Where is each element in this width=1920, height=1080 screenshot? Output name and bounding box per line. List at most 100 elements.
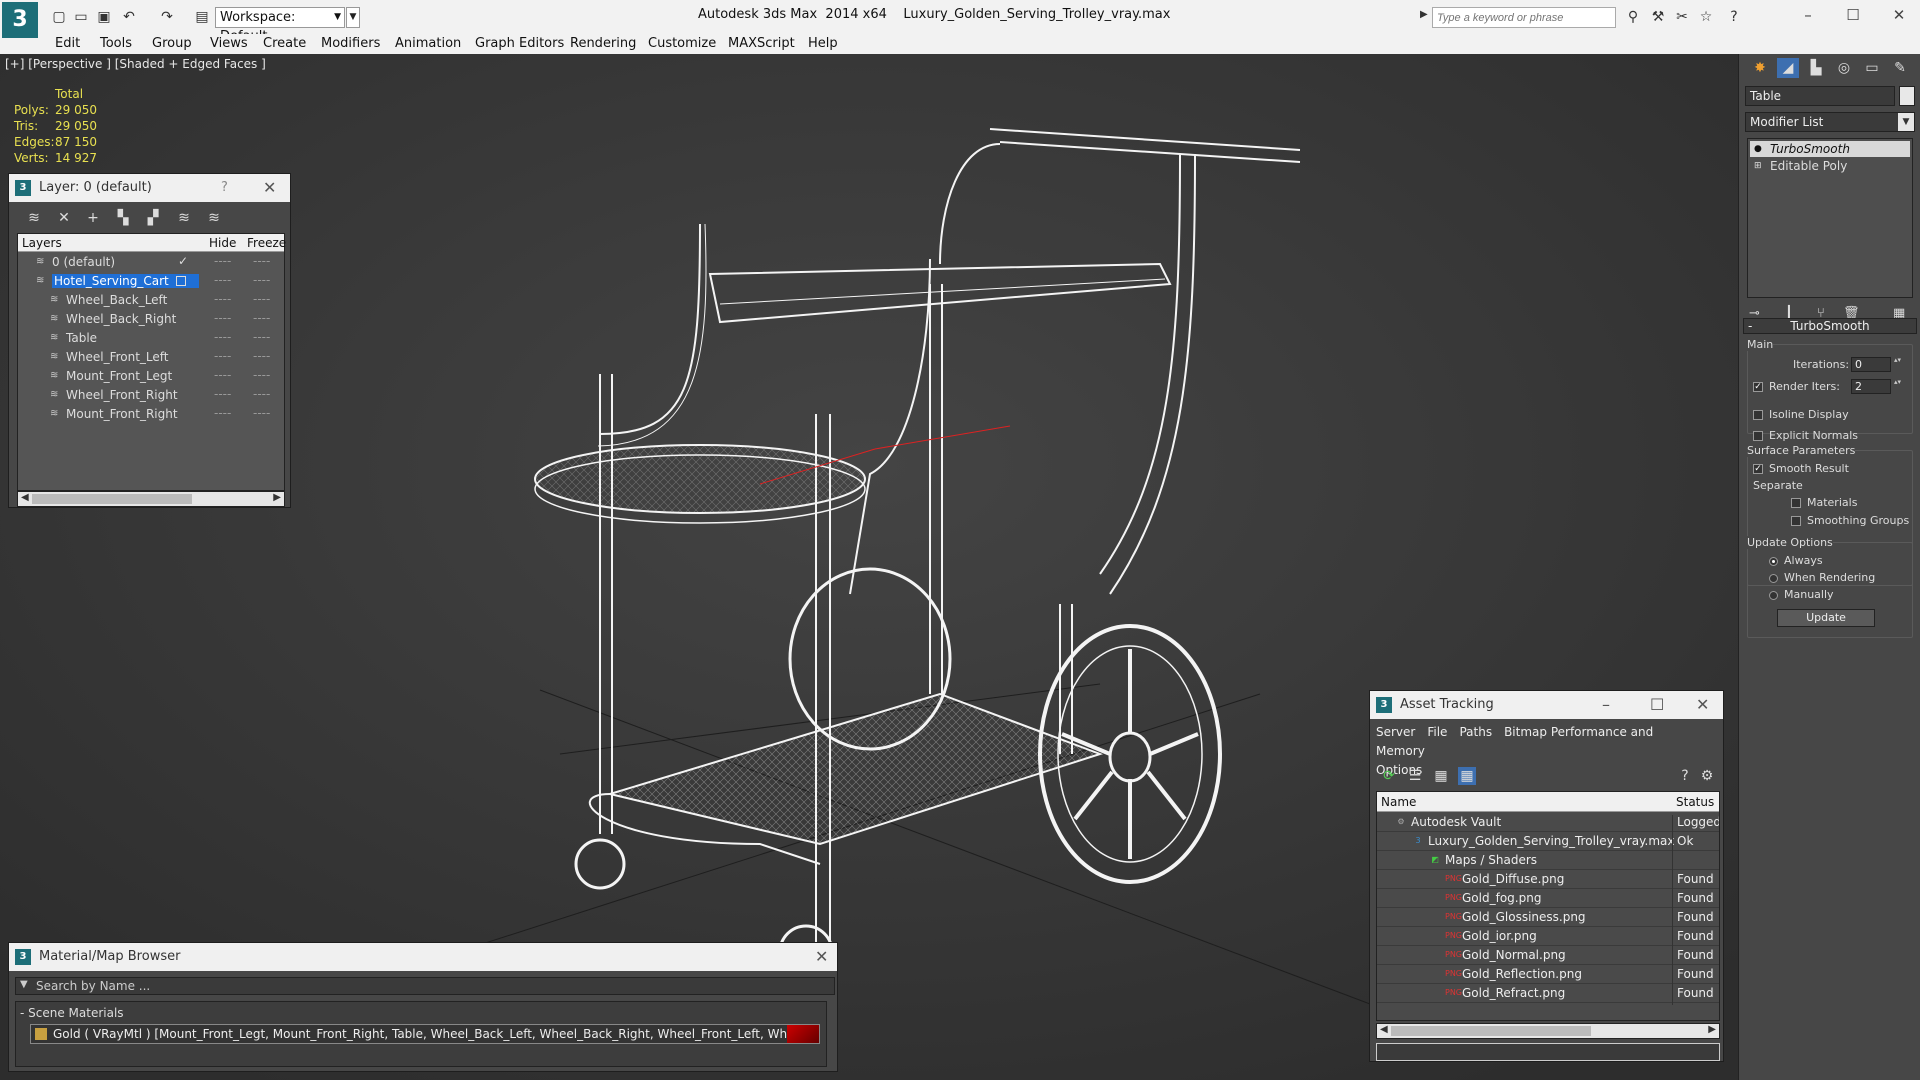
asset-row[interactable]: PNG Gold_Glossiness.png Found xyxy=(1377,908,1719,929)
layer-row[interactable]: ≋ Wheel_Front_Left ---- ---- xyxy=(18,348,284,367)
new-file-icon[interactable]: ▢ xyxy=(50,8,68,26)
freeze-toggle[interactable]: ---- xyxy=(253,254,270,268)
redo-icon[interactable]: ↷ xyxy=(158,8,176,26)
binoculars-icon[interactable]: ⚲ xyxy=(1623,8,1643,26)
hide-toggle[interactable]: ---- xyxy=(214,292,231,306)
smoothing-groups-checkbox[interactable] xyxy=(1791,516,1801,526)
search-expand-icon[interactable]: ▶ xyxy=(1420,9,1428,20)
asset-row[interactable]: PNG Gold_fog.png Found xyxy=(1377,889,1719,910)
materials-option[interactable]: Materials xyxy=(1791,496,1857,509)
thumbnail-view-icon[interactable]: ▦ xyxy=(1432,767,1450,785)
stack-item-editable-poly[interactable]: ⊞ Editable Poly xyxy=(1750,158,1910,174)
search-options-icon[interactable]: ▼ xyxy=(20,979,28,990)
asset-row[interactable]: PNG Gold_Diffuse.png Found xyxy=(1377,870,1719,891)
manually-option[interactable]: Manually xyxy=(1769,588,1834,601)
layer-row[interactable]: ≋ Mount_Front_Legt ---- ---- xyxy=(18,367,284,386)
render-iters-option[interactable]: ✓ Render Iters: xyxy=(1753,380,1840,393)
material-item-gold[interactable]: Gold ( VRayMtl ) [Mount_Front_Legt, Moun… xyxy=(30,1024,820,1044)
render-iters-checkbox[interactable]: ✓ xyxy=(1753,382,1763,392)
layer-panel-header[interactable]: 3 Layer: 0 (default) ? ✕ xyxy=(9,174,290,202)
app-logo-icon[interactable]: 3 xyxy=(2,2,38,38)
utilities-tab-icon[interactable]: ✎ xyxy=(1889,58,1911,78)
modifier-list-dropdown[interactable]: Modifier List ▼ xyxy=(1745,112,1915,132)
freeze-all-icon[interactable]: ≋ xyxy=(205,209,223,227)
column-status[interactable]: Status xyxy=(1676,795,1714,809)
asset-row[interactable]: PNG Gold_Reflection.png Found xyxy=(1377,965,1719,986)
asset-row[interactable]: PNG Gold_Refract.png Found xyxy=(1377,984,1719,1005)
layers-icon[interactable]: ≋ xyxy=(25,209,43,227)
maximize-button[interactable]: ☐ xyxy=(1838,4,1868,26)
scroll-left-icon[interactable]: ◀ xyxy=(21,492,29,503)
layer-row[interactable]: ≋ Mount_Front_Right ---- ---- xyxy=(18,405,284,424)
current-layer-check-icon[interactable]: ✓ xyxy=(178,254,188,268)
scroll-left-icon[interactable]: ◀ xyxy=(1380,1024,1388,1035)
refresh-icon[interactable]: ⟳ xyxy=(1380,767,1398,785)
menu-help[interactable]: Help xyxy=(808,36,838,51)
menu-paths[interactable]: Paths xyxy=(1459,725,1492,739)
menu-server[interactable]: Server xyxy=(1376,725,1415,739)
layer-row[interactable]: ≋ Table ---- ---- xyxy=(18,329,284,348)
freeze-toggle[interactable]: ---- xyxy=(253,406,270,420)
menu-customize[interactable]: Customize xyxy=(648,36,716,51)
lightbulb-icon[interactable]: ● xyxy=(1754,144,1764,154)
minimize-icon[interactable]: – xyxy=(1602,695,1610,714)
undo-icon[interactable]: ↶ xyxy=(120,8,138,26)
viewport-label[interactable]: [+] [Perspective ] [Shaded + Edged Faces… xyxy=(5,57,266,71)
menu-group[interactable]: Group xyxy=(152,36,192,51)
turbosmooth-rollout-header[interactable]: - TurboSmooth xyxy=(1743,318,1917,334)
freeze-toggle[interactable]: ---- xyxy=(253,349,270,363)
save-file-icon[interactable]: ▣ xyxy=(95,8,113,26)
open-file-icon[interactable]: ▭ xyxy=(72,8,90,26)
search-input[interactable] xyxy=(1432,7,1616,28)
help-icon[interactable]: ? xyxy=(221,180,228,195)
menu-create[interactable]: Create xyxy=(263,36,306,51)
menu-rendering[interactable]: Rendering xyxy=(570,36,636,51)
asset-row[interactable]: PNG Gold_ior.png Found xyxy=(1377,927,1719,948)
asset-row[interactable]: ⚙Autodesk VaultLogged O xyxy=(1377,813,1719,834)
column-freeze[interactable]: Freeze xyxy=(247,236,286,250)
hide-toggle[interactable]: ---- xyxy=(214,311,231,325)
communication-icon[interactable]: ✂ xyxy=(1672,8,1692,26)
menu-graph-editors[interactable]: Graph Editors xyxy=(475,36,564,51)
explicit-normals-option[interactable]: Explicit Normals xyxy=(1753,429,1858,442)
hide-toggle[interactable]: ---- xyxy=(214,254,231,268)
collapse-icon[interactable]: - xyxy=(1748,319,1752,333)
hide-toggle[interactable]: ---- xyxy=(214,330,231,344)
render-iters-spinner[interactable]: 2 xyxy=(1851,379,1902,394)
asset-row[interactable]: 3 Luxury_Golden_Serving_Trolley_vray.max O… xyxy=(1377,832,1719,853)
asset-tracking-header[interactable]: 3 Asset Tracking – ☐ ✕ xyxy=(1370,691,1723,719)
scroll-right-icon[interactable]: ▶ xyxy=(1708,1024,1716,1035)
column-hide[interactable]: Hide xyxy=(209,236,236,250)
scene-materials-header[interactable]: - Scene Materials xyxy=(20,1006,124,1020)
delete-layer-icon[interactable]: ✕ xyxy=(55,209,73,227)
expand-icon[interactable]: ⊞ xyxy=(1754,161,1764,171)
highlight-layer-icon[interactable]: ▞ xyxy=(144,209,162,227)
workspace-expand-icon[interactable]: ▼ xyxy=(346,7,360,28)
hide-toggle[interactable]: ---- xyxy=(214,368,231,382)
settings-icon[interactable]: ⚙ xyxy=(1698,767,1716,785)
modify-tab-icon[interactable]: ◢ xyxy=(1777,58,1799,78)
favorites-star-icon[interactable]: ☆ xyxy=(1696,8,1716,26)
project-folder-icon[interactable]: ▤ xyxy=(193,8,211,26)
help-icon[interactable]: ? xyxy=(1676,767,1694,785)
update-button[interactable]: Update xyxy=(1777,609,1875,627)
layer-scrollbar[interactable]: ◀ ▶ xyxy=(17,491,285,507)
menu-maxscript[interactable]: MAXScript xyxy=(728,36,795,51)
menu-file[interactable]: File xyxy=(1427,725,1447,739)
freeze-toggle[interactable]: ---- xyxy=(253,292,270,306)
subscription-icon[interactable]: ⚒ xyxy=(1648,8,1668,26)
freeze-toggle[interactable]: ---- xyxy=(253,368,270,382)
select-layer-icon[interactable]: ▚ xyxy=(114,209,132,227)
hide-toggle[interactable]: ---- xyxy=(214,406,231,420)
freeze-toggle[interactable]: ---- xyxy=(253,273,270,287)
explicit-normals-checkbox[interactable] xyxy=(1753,431,1763,441)
scroll-thumb[interactable] xyxy=(32,494,192,504)
smooth-result-option[interactable]: ✓ Smooth Result xyxy=(1753,462,1849,475)
iterations-spinner[interactable]: 0 xyxy=(1851,357,1902,372)
set-current-checkbox[interactable] xyxy=(176,276,186,286)
layer-row[interactable]: ≋ Wheel_Front_Right ---- ---- xyxy=(18,386,284,405)
asset-scrollbar[interactable]: ◀ ▶ xyxy=(1376,1023,1720,1039)
motion-tab-icon[interactable]: ◎ xyxy=(1833,58,1855,78)
hide-toggle[interactable]: ---- xyxy=(214,273,231,287)
menu-tools[interactable]: Tools xyxy=(100,36,132,51)
